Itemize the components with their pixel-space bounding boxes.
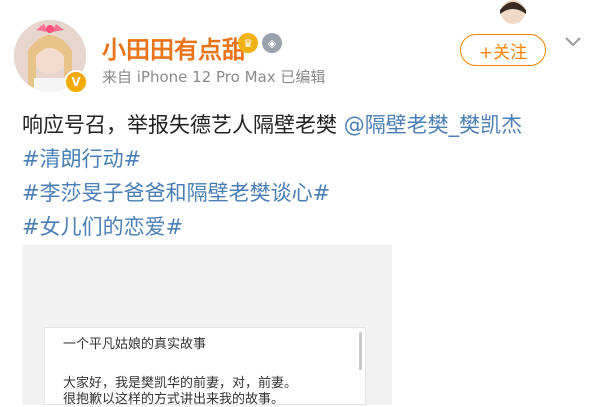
mention-link[interactable]: @隔壁老樊_樊凯杰 — [344, 113, 523, 137]
follow-button[interactable]: +关注 — [460, 34, 546, 66]
verified-icon: V — [64, 70, 88, 94]
topic-link[interactable]: #女儿们的恋爱# — [22, 210, 582, 244]
post-text-line-1: 响应号召，举报失德艺人隔壁老樊 @隔壁老樊_樊凯杰 — [22, 108, 582, 142]
document-line: 很抱歉以这样的方式讲出来我的故事。 — [63, 392, 285, 407]
topic-link[interactable]: #李莎旻子爸爸和隔壁老樊谈心# — [22, 176, 582, 210]
attachment-document[interactable]: 一个平凡姑娘的真实故事 大家好，我是樊凯华的前妻，对，前妻。 很抱歉以这样的方式… — [44, 327, 366, 407]
username[interactable]: 小田田有点甜 — [102, 30, 246, 65]
post-source: 来自 iPhone 12 Pro Max 已编辑 — [102, 68, 326, 86]
post-text-prefix: 响应号召，举报失德艺人隔壁老樊 — [22, 113, 344, 137]
user-badges: ♛ ◈ — [238, 33, 282, 53]
chevron-down-icon[interactable] — [562, 30, 584, 52]
topic-link[interactable]: #清朗行动# — [22, 142, 582, 176]
document-scrollbar[interactable] — [359, 332, 362, 370]
document-title: 一个平凡姑娘的真实故事 — [63, 337, 207, 352]
post-header: V 小田田有点甜 ♛ ◈ 来自 iPhone 12 Pro Max 已编辑 +关… — [0, 0, 600, 100]
rank-badge-icon[interactable]: ◈ — [262, 33, 282, 53]
corner-sticker-icon — [496, 0, 530, 36]
crown-badge-icon[interactable]: ♛ — [238, 33, 258, 53]
post-text: 响应号召，举报失德艺人隔壁老樊 @隔壁老樊_樊凯杰 #清朗行动# #李莎旻子爸爸… — [22, 108, 582, 244]
